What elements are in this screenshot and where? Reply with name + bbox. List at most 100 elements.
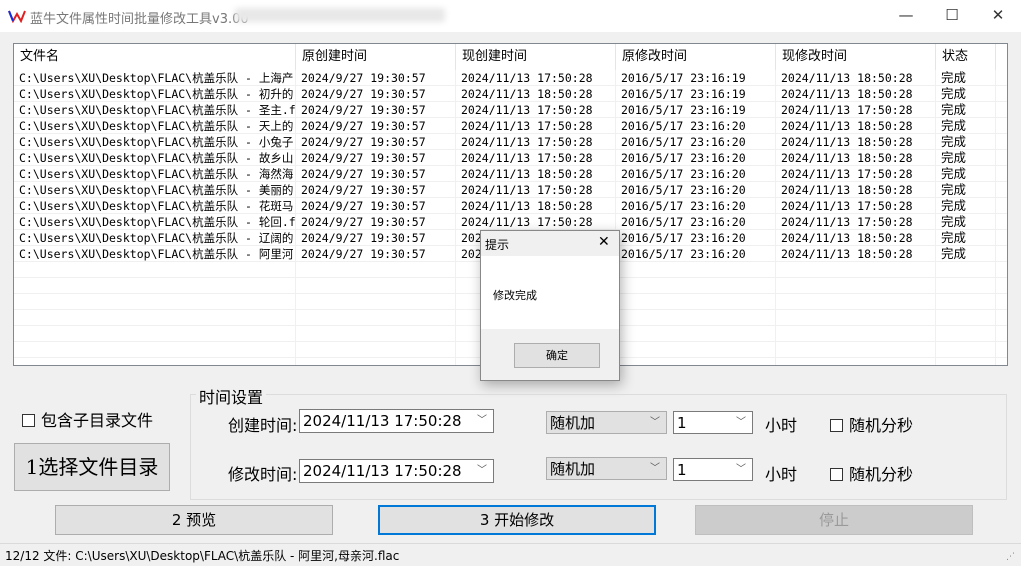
cell-new-modify	[776, 326, 936, 342]
create-amount-select[interactable]: 1 ﹀	[673, 411, 753, 434]
cell-orig-modify: 2016/5/17 23:16:20	[616, 230, 776, 246]
stop-button[interactable]: 停止	[695, 505, 973, 535]
table-row[interactable]: C:\Users\XU\Desktop\FLAC\杭盖乐队 - 小兔子... 20…	[14, 134, 1007, 150]
cell-orig-modify: 2016/5/17 23:16:20	[616, 134, 776, 150]
checkbox-icon[interactable]	[22, 414, 35, 427]
create-mode-value: 随机加	[550, 414, 596, 432]
cell-orig-create: 2024/9/27 19:30:57	[296, 134, 456, 150]
create-time-picker[interactable]: 2024/11/13 17:50:28 ﹀	[299, 409, 494, 433]
create-random-checkbox[interactable]: 随机分秒	[830, 412, 913, 436]
chevron-down-icon[interactable]: ﹀	[650, 458, 660, 480]
blurred-text	[235, 8, 445, 22]
select-dir-button[interactable]: 1选择文件目录	[14, 443, 170, 491]
cell-orig-create: 2024/9/27 19:30:57	[296, 70, 456, 86]
cell-orig-modify: 2016/5/17 23:16:20	[616, 166, 776, 182]
cell-orig-create	[296, 262, 456, 278]
cell-orig-create	[296, 294, 456, 310]
cell-status: 完成	[936, 246, 996, 262]
cell-orig-create	[296, 358, 456, 365]
cell-orig-create: 2024/9/27 19:30:57	[296, 102, 456, 118]
cell-file-name	[14, 358, 296, 365]
close-button[interactable]: ✕	[975, 0, 1021, 32]
cell-file-name	[14, 294, 296, 310]
table-row[interactable]: C:\Users\XU\Desktop\FLAC\杭盖乐队 - 天上的... 20…	[14, 118, 1007, 134]
modify-mode-select[interactable]: 随机加 ﹀	[546, 457, 667, 480]
column-header-status[interactable]: 状态	[936, 44, 996, 70]
cell-file-name: C:\Users\XU\Desktop\FLAC\杭盖乐队 - 上海产...	[14, 70, 296, 86]
cell-file-name: C:\Users\XU\Desktop\FLAC\杭盖乐队 - 阿里河...	[14, 246, 296, 262]
create-mode-select[interactable]: 随机加 ﹀	[546, 411, 667, 434]
cell-status: 完成	[936, 230, 996, 246]
app-logo-icon	[8, 10, 26, 23]
cell-status: 完成	[936, 214, 996, 230]
modify-unit-label: 小时	[765, 465, 798, 484]
cell-orig-create: 2024/9/27 19:30:57	[296, 230, 456, 246]
cell-orig-modify: 2016/5/17 23:16:20	[616, 246, 776, 262]
modify-amount-select[interactable]: 1 ﹀	[673, 458, 753, 481]
modify-random-label: 随机分秒	[849, 465, 914, 484]
create-unit-label: 小时	[765, 416, 798, 435]
dialog-ok-button[interactable]: 确定	[514, 343, 600, 368]
start-modify-button[interactable]: 3 开始修改	[378, 505, 656, 535]
cell-new-modify: 2024/11/13 18:50:28	[776, 150, 936, 166]
dialog-close-icon[interactable]: ✕	[598, 234, 610, 250]
minimize-button[interactable]: —	[883, 0, 929, 32]
resize-grip-icon[interactable]: ⋰	[1006, 552, 1015, 562]
cell-file-name: C:\Users\XU\Desktop\FLAC\杭盖乐队 - 圣主.flac	[14, 102, 296, 118]
message-dialog: 提示 ✕ 修改完成 确定	[480, 230, 620, 381]
cell-new-create: 2024/11/13 18:50:28	[456, 198, 616, 214]
table-row[interactable]: C:\Users\XU\Desktop\FLAC\杭盖乐队 - 初升的... 20…	[14, 86, 1007, 102]
cell-new-modify: 2024/11/13 17:50:28	[776, 214, 936, 230]
column-header-file-name[interactable]: 文件名	[14, 44, 296, 70]
cell-status	[936, 342, 996, 358]
column-header-new-create[interactable]: 现创建时间	[456, 44, 616, 70]
column-header-new-modify[interactable]: 现修改时间	[776, 44, 936, 70]
cell-new-create: 2024/11/13 17:50:28	[456, 118, 616, 134]
checkbox-icon[interactable]	[830, 419, 843, 432]
cell-new-create: 2024/11/13 17:50:28	[456, 102, 616, 118]
table-row[interactable]: C:\Users\XU\Desktop\FLAC\杭盖乐队 - 上海产... 20…	[14, 70, 1007, 86]
chevron-down-icon[interactable]: ﹀	[477, 460, 487, 482]
include-subdirs-checkbox[interactable]: 包含子目录文件	[22, 407, 153, 431]
cell-status: 完成	[936, 118, 996, 134]
column-header-orig-modify[interactable]: 原修改时间	[616, 44, 776, 70]
cell-file-name	[14, 262, 296, 278]
cell-file-name: C:\Users\XU\Desktop\FLAC\杭盖乐队 - 海然海...	[14, 166, 296, 182]
cell-orig-modify: 2016/5/17 23:16:19	[616, 86, 776, 102]
chevron-down-icon[interactable]: ﹀	[650, 412, 660, 434]
modify-random-checkbox[interactable]: 随机分秒	[830, 461, 913, 485]
cell-file-name: C:\Users\XU\Desktop\FLAC\杭盖乐队 - 初升的...	[14, 86, 296, 102]
column-header-orig-create[interactable]: 原创建时间	[296, 44, 456, 70]
table-row[interactable]: C:\Users\XU\Desktop\FLAC\杭盖乐队 - 美丽的... 20…	[14, 182, 1007, 198]
cell-new-modify: 2024/11/13 18:50:28	[776, 230, 936, 246]
preview-button[interactable]: 2 预览	[55, 505, 333, 535]
cell-status: 完成	[936, 166, 996, 182]
cell-new-modify	[776, 342, 936, 358]
cell-orig-modify: 2016/5/17 23:16:20	[616, 150, 776, 166]
table-row[interactable]: C:\Users\XU\Desktop\FLAC\杭盖乐队 - 海然海... 20…	[14, 166, 1007, 182]
window-title: 蓝牛文件属性时间批量修改工具v3.00	[30, 12, 249, 27]
checkbox-icon[interactable]	[830, 468, 843, 481]
table-row[interactable]: C:\Users\XU\Desktop\FLAC\杭盖乐队 - 花斑马... 20…	[14, 198, 1007, 214]
cell-status: 完成	[936, 102, 996, 118]
chevron-down-icon[interactable]: ﹀	[736, 459, 746, 481]
maximize-button[interactable]: ☐	[929, 0, 975, 32]
create-amount-value: 1	[677, 414, 687, 432]
cell-status: 完成	[936, 70, 996, 86]
cell-file-name	[14, 278, 296, 294]
cell-orig-create: 2024/9/27 19:30:57	[296, 150, 456, 166]
cell-new-create: 2024/11/13 18:50:28	[456, 166, 616, 182]
modify-time-picker[interactable]: 2024/11/13 17:50:28 ﹀	[299, 459, 494, 483]
cell-orig-modify: 2016/5/17 23:16:20	[616, 182, 776, 198]
cell-orig-create	[296, 278, 456, 294]
cell-new-modify: 2024/11/13 18:50:28	[776, 246, 936, 262]
cell-orig-create: 2024/9/27 19:30:57	[296, 182, 456, 198]
table-row[interactable]: C:\Users\XU\Desktop\FLAC\杭盖乐队 - 圣主.flac 2…	[14, 102, 1007, 118]
cell-orig-modify	[616, 358, 776, 365]
table-row[interactable]: C:\Users\XU\Desktop\FLAC\杭盖乐队 - 故乡山... 20…	[14, 150, 1007, 166]
cell-orig-create: 2024/9/27 19:30:57	[296, 246, 456, 262]
table-row[interactable]: C:\Users\XU\Desktop\FLAC\杭盖乐队 - 轮回.flac 2…	[14, 214, 1007, 230]
chevron-down-icon[interactable]: ﹀	[736, 412, 746, 434]
cell-orig-create: 2024/9/27 19:30:57	[296, 86, 456, 102]
chevron-down-icon[interactable]: ﹀	[477, 410, 487, 432]
